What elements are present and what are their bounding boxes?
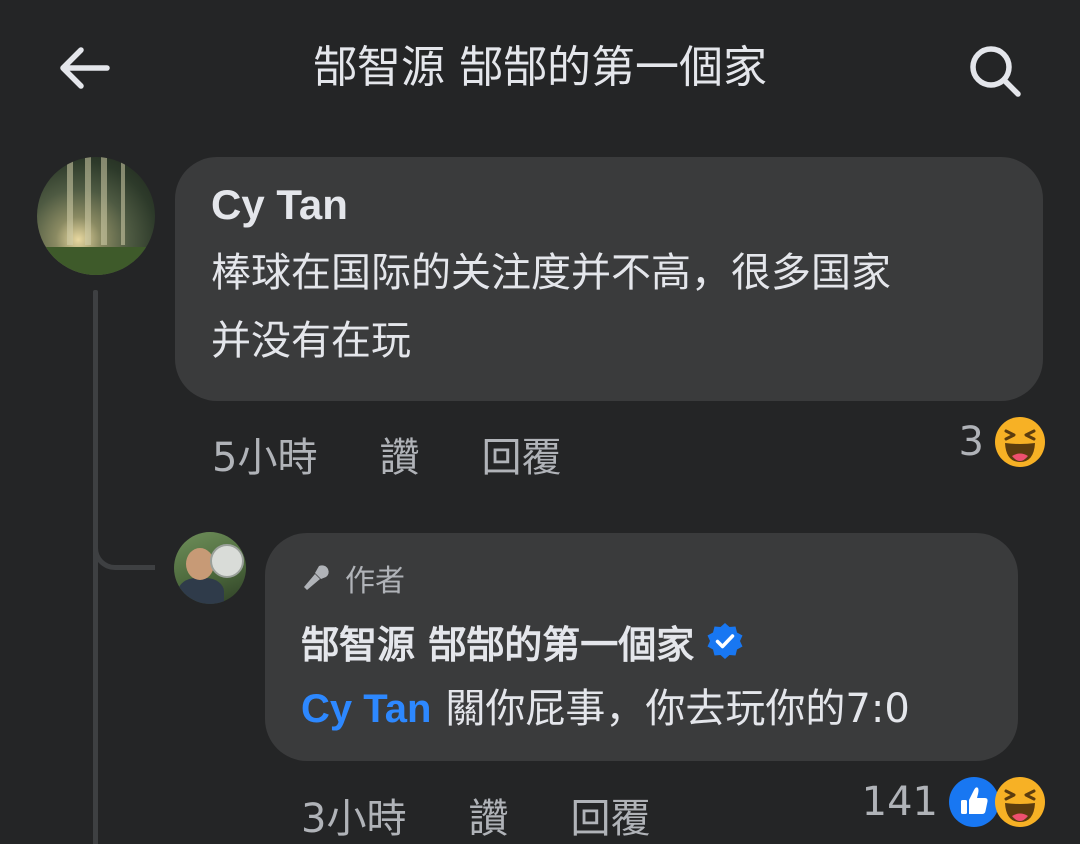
reaction-summary[interactable]: 3 xyxy=(959,412,1046,472)
page-title: 郜智源 郜郜的第一個家 xyxy=(313,42,767,93)
reply-button[interactable]: 回覆 xyxy=(570,786,650,844)
like-icon xyxy=(949,777,999,827)
reply-button[interactable]: 回覆 xyxy=(481,425,561,483)
back-button[interactable] xyxy=(52,36,116,100)
mention-link[interactable]: Cy Tan xyxy=(301,687,431,731)
like-button[interactable]: 讚 xyxy=(379,425,419,483)
reply-author[interactable]: 郜智源 郜郜的第一個家 xyxy=(301,614,694,669)
reaction-count: 3 xyxy=(958,419,984,465)
reply-bubble: 作者 郜智源 郜郜的第一個家 Cy Tan 關你屁事，你去玩你的7:0 xyxy=(265,533,1018,761)
comment-text-line: 并没有在玩 xyxy=(211,318,411,364)
author-avatar[interactable] xyxy=(174,532,246,604)
microphone-icon xyxy=(304,565,329,590)
reply-actions: 3小時 讚 回覆 xyxy=(301,785,650,844)
arrow-left-icon xyxy=(60,47,110,89)
comment-actions: 5小時 讚 回覆 xyxy=(212,424,561,484)
search-icon xyxy=(970,46,1021,97)
reaction-count: 141 xyxy=(861,779,938,825)
author-badge-label: 作者 xyxy=(345,564,405,599)
thread-connector xyxy=(93,530,155,570)
comment-text: 棒球在国际的关注度并不高，很多国家 并没有在玩 xyxy=(211,239,1007,375)
reply-message: 關你屁事，你去玩你的7:0 xyxy=(445,686,910,732)
haha-icon xyxy=(995,417,1045,467)
comment-bubble: Cy Tan 棒球在国际的关注度并不高，很多国家 并没有在玩 xyxy=(175,157,1043,401)
thread-line xyxy=(93,290,98,844)
reply-text: Cy Tan 關你屁事，你去玩你的7:0 xyxy=(301,681,982,737)
top-bar: 郜智源 郜郜的第一個家 xyxy=(0,0,1080,135)
search-button[interactable] xyxy=(960,36,1032,108)
reaction-summary[interactable]: 141 xyxy=(862,772,1046,832)
verified-badge-icon xyxy=(706,622,744,660)
like-button[interactable]: 讚 xyxy=(468,786,508,844)
commenter-avatar[interactable] xyxy=(37,157,155,275)
comment-author[interactable]: Cy Tan xyxy=(211,179,1007,231)
author-badge: 作者 xyxy=(301,559,982,599)
reply-timestamp[interactable]: 3小時 xyxy=(301,786,406,844)
comment-text-line: 棒球在国际的关注度并不高，很多国家 xyxy=(211,250,891,296)
haha-icon xyxy=(995,777,1045,827)
comment-timestamp[interactable]: 5小時 xyxy=(212,425,317,483)
